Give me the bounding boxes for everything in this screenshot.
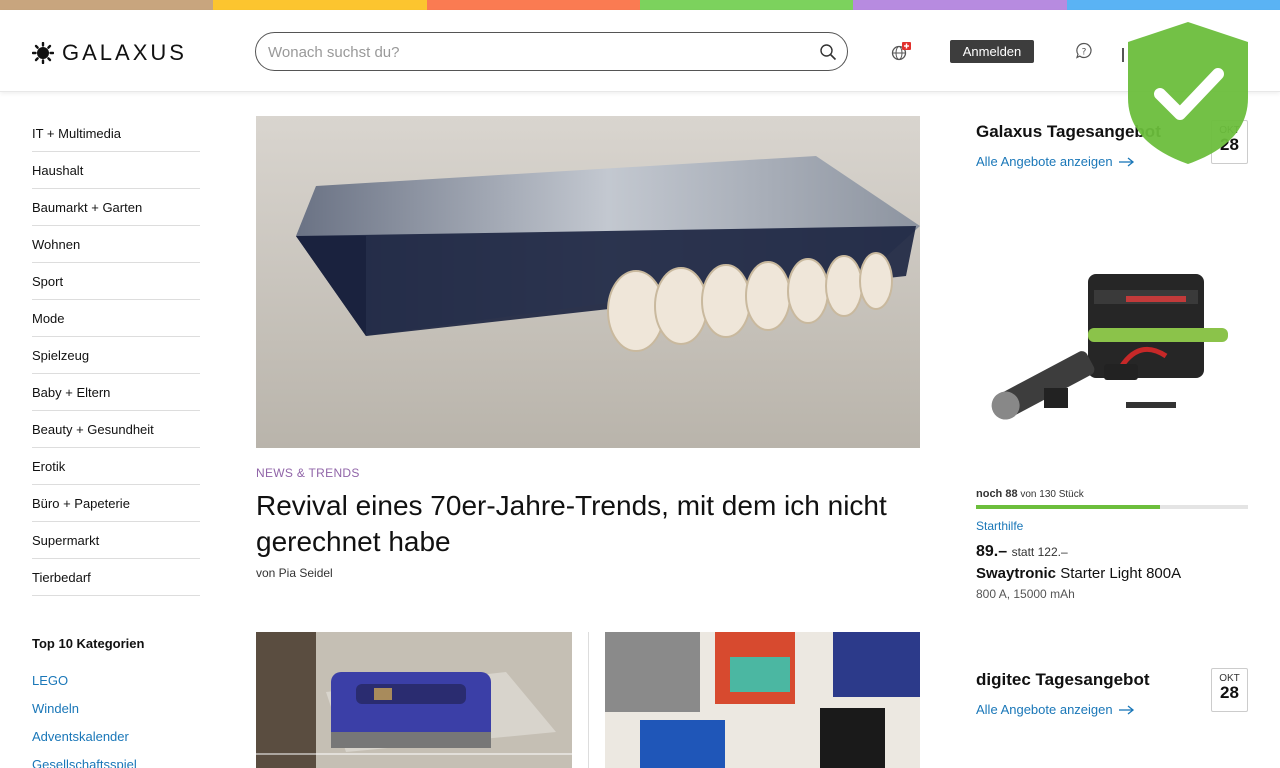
sidebar-item-category[interactable]: Büro + Papeterie	[32, 485, 200, 522]
deal-link-label: Alle Angebote anzeigen	[976, 702, 1113, 717]
globe-swiss-icon[interactable]	[890, 42, 912, 62]
deal-link-label: Alle Angebote anzeigen	[976, 154, 1113, 169]
arrow-right-icon	[1118, 704, 1134, 715]
color-segment	[1066, 0, 1280, 10]
help-icon[interactable]: ?	[1075, 42, 1093, 60]
deal-month: OKT	[1219, 673, 1240, 684]
robot-vacuum-photo	[256, 632, 572, 768]
old-price: statt 122.–	[1011, 545, 1068, 559]
article-headline[interactable]: Revival eines 70er-Jahre-Trends, mit dem…	[256, 488, 920, 560]
top10-link[interactable]: Adventskalender	[32, 728, 137, 756]
stock-info: noch 88 von 130 Stück	[976, 488, 1084, 500]
sidebar-item-category[interactable]: Sport	[32, 263, 200, 300]
search-icon[interactable]	[819, 43, 837, 61]
deal-title[interactable]: digitec Tagesangebot	[976, 670, 1150, 690]
tiled-sofa-photo	[256, 116, 920, 448]
stock-progress-fill	[976, 505, 1161, 509]
deal-date: OKT 28	[1211, 668, 1248, 712]
top10-link[interactable]: Gesellschaftsspiel	[32, 756, 137, 768]
top10-list: LEGO Windeln Adventskalender Gesellschaftss…	[32, 672, 137, 768]
sidebar-item-category[interactable]: Baby + Eltern	[32, 374, 200, 411]
product-title: Starter Light 800A	[1060, 565, 1182, 582]
category-nav: IT + Multimedia Haushalt Baumarkt + Garten…	[32, 115, 200, 596]
product-name[interactable]: Swaytronic Starter Light 800A	[976, 565, 1181, 582]
sidebar-item-category[interactable]: Erotik	[32, 448, 200, 485]
top10-link[interactable]: LEGO	[32, 672, 137, 700]
jump-starter-photo	[991, 274, 1228, 420]
search-input[interactable]	[268, 42, 808, 62]
sidebar-item-category[interactable]: Haushalt	[32, 152, 200, 189]
sidebar-item-category[interactable]: Supermarkt	[32, 522, 200, 559]
stock-total: von 130 Stück	[1020, 489, 1084, 500]
price-value: 89.–	[976, 543, 1008, 560]
article-kicker[interactable]: NEWS & TRENDS	[256, 466, 360, 480]
login-button[interactable]: Anmelden	[950, 40, 1034, 63]
logo-text: GALAXUS	[62, 40, 187, 65]
color-segment	[0, 0, 214, 10]
color-segment	[213, 0, 427, 10]
product-image[interactable]	[976, 256, 1248, 440]
logo[interactable]: GALAXUS	[32, 40, 187, 66]
deal-day: 28	[1220, 683, 1239, 702]
svg-text:?: ?	[1082, 48, 1087, 58]
sidebar-item-category[interactable]: Mode	[32, 300, 200, 337]
sidebar-item-category[interactable]: Tierbedarf	[32, 559, 200, 596]
product-brand: Swaytronic	[976, 565, 1057, 582]
top10-link[interactable]: Windeln	[32, 700, 137, 728]
stock-progress	[976, 505, 1248, 509]
sidebar-item-category[interactable]: Wohnen	[32, 226, 200, 263]
color-segment	[426, 0, 640, 10]
article-hero-image[interactable]	[256, 116, 920, 448]
product-category[interactable]: Starthilfe	[976, 519, 1023, 533]
color-segment	[639, 0, 854, 10]
deal-all-link[interactable]: Alle Angebote anzeigen	[976, 154, 1135, 169]
top10-heading: Top 10 Kategorien	[32, 636, 145, 651]
product-price: 89.– statt 122.–	[976, 543, 1068, 561]
divider	[588, 632, 589, 768]
shield-check-icon[interactable]	[1126, 20, 1250, 166]
sun-icon	[32, 42, 54, 64]
search-bar[interactable]	[255, 32, 848, 71]
article-thumbnail[interactable]	[605, 632, 920, 768]
header: GALAXUS Anmelden ?	[0, 10, 1280, 92]
brand-color-bar	[0, 0, 1280, 10]
sidebar-item-category[interactable]: Baumarkt + Garten	[32, 189, 200, 226]
article-byline: von Pia Seidel	[256, 566, 333, 580]
deal-all-link[interactable]: Alle Angebote anzeigen	[976, 702, 1135, 717]
article-thumbnail[interactable]	[256, 632, 572, 768]
sidebar-item-category[interactable]: Beauty + Gesundheit	[32, 411, 200, 448]
sidebar-item-category[interactable]: IT + Multimedia	[32, 115, 200, 152]
sidebar-item-category[interactable]: Spielzeug	[32, 337, 200, 374]
color-segment	[853, 0, 1067, 10]
stock-remaining: noch 88	[976, 488, 1018, 500]
product-spec: 800 A, 15000 mAh	[976, 587, 1075, 601]
lego-boxes-photo	[605, 632, 920, 768]
